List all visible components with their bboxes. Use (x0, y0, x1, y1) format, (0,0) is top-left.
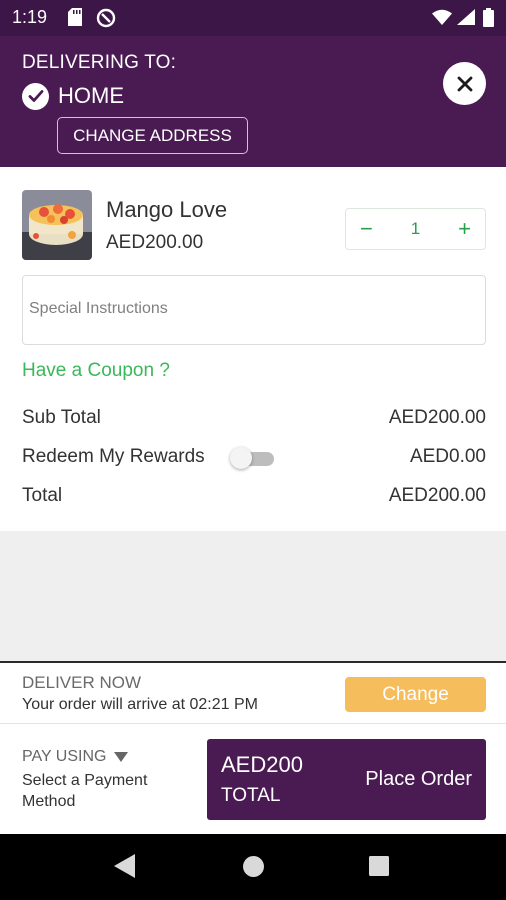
total-label: Total (22, 485, 63, 506)
checkout-panel: DELIVER NOW Your order will arrive at 02… (0, 661, 506, 834)
change-delivery-time-button[interactable]: Change (345, 677, 486, 712)
close-button[interactable] (443, 62, 486, 105)
delivery-eta: Your order will arrive at 02:21 PM (22, 696, 258, 713)
sd-card-icon (68, 8, 82, 31)
rewards-label: Redeem My Rewards (22, 446, 205, 467)
dropdown-arrow-icon (114, 752, 129, 762)
total-value: AED200.00 (388, 485, 486, 506)
order-amount: AED200 (221, 752, 303, 777)
product-price: AED200.00 (106, 232, 204, 253)
battery-icon (483, 8, 494, 32)
pay-using-label: PAY USING (22, 748, 107, 765)
product-name: Mango Love (106, 197, 228, 222)
system-nav-bar (0, 834, 506, 900)
total-row: Total AED200.00 (22, 483, 486, 509)
quantity-stepper: − 1 + (345, 208, 486, 250)
subtotal-label: Sub Total (22, 407, 101, 428)
place-order-button[interactable]: AED200 TOTAL Place Order (207, 739, 486, 820)
selected-address: HOME (22, 82, 124, 110)
home-icon[interactable] (243, 856, 264, 882)
cart-panel: Mango Love AED200.00 − 1 + Special Instr… (0, 167, 506, 531)
delivery-header: DELIVERING TO: HOME CHANGE ADDRESS (0, 36, 506, 167)
delivery-time-title: DELIVER NOW (22, 673, 142, 692)
rewards-value: AED0.00 (409, 446, 486, 467)
change-address-button[interactable]: CHANGE ADDRESS (57, 117, 248, 154)
data-saver-icon (96, 8, 116, 33)
redeem-rewards-toggle[interactable] (230, 447, 274, 469)
special-instructions-input[interactable]: Special Instructions (22, 275, 486, 345)
toggle-knob (230, 447, 252, 469)
place-order-label: Place Order (365, 768, 472, 790)
recents-icon[interactable] (369, 856, 389, 881)
status-bar: 1:19 (0, 0, 506, 36)
divider (0, 723, 506, 724)
delivering-to-label: DELIVERING TO: (22, 52, 177, 73)
order-total-label: TOTAL (221, 785, 281, 806)
payment-method-placeholder[interactable]: Select a Payment Method (22, 770, 182, 812)
product-image (22, 190, 92, 260)
address-name: HOME (58, 83, 124, 108)
subtotal-value: AED200.00 (388, 407, 486, 428)
back-icon[interactable] (114, 854, 136, 883)
increase-quantity-button[interactable]: + (458, 218, 471, 240)
subtotal-row: Sub Total AED200.00 (22, 405, 486, 431)
quantity-value: 1 (410, 219, 421, 238)
close-icon (457, 76, 472, 91)
status-time: 1:19 (12, 7, 48, 27)
decrease-quantity-button[interactable]: − (360, 218, 373, 240)
check-icon (22, 82, 49, 110)
wifi-icon (432, 9, 452, 30)
coupon-link[interactable]: Have a Coupon ? (22, 360, 170, 382)
signal-icon (457, 9, 475, 30)
pay-using-dropdown[interactable]: PAY USING (22, 748, 129, 766)
